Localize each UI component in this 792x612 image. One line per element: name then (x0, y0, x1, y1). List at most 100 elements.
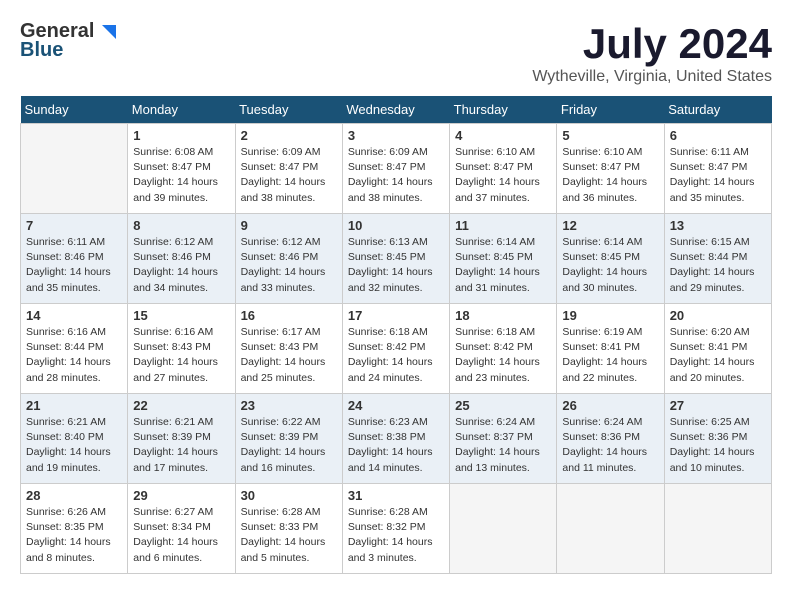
calendar-day-20: 20Sunrise: 6:20 AM Sunset: 8:41 PM Dayli… (664, 304, 771, 394)
calendar-day-28: 28 Sunrise: 6:26 AM Sunset: 8:35 PM Dayli… (21, 484, 128, 574)
calendar-day-15: 15Sunrise: 6:16 AM Sunset: 8:43 PM Dayli… (128, 304, 235, 394)
day-info: Sunrise: 6:23 AM Sunset: 8:38 PM Dayligh… (348, 415, 444, 476)
calendar-week-row: 14Sunrise: 6:16 AM Sunset: 8:44 PM Dayli… (21, 304, 772, 394)
calendar-week-row: 28 Sunrise: 6:26 AM Sunset: 8:35 PM Dayli… (21, 484, 772, 574)
day-info: Sunrise: 6:11 AM Sunset: 8:47 PM Dayligh… (670, 145, 766, 206)
day-number: 23 (241, 398, 337, 413)
calendar-empty-cell (664, 484, 771, 574)
calendar-day-16: 16 Sunrise: 6:17 AM Sunset: 8:43 PM Dayli… (235, 304, 342, 394)
day-number: 3 (348, 128, 444, 143)
day-info: Sunrise: 6:25 AM Sunset: 8:36 PM Dayligh… (670, 415, 766, 476)
calendar-day-10: 10 Sunrise: 6:13 AM Sunset: 8:45 PM Dayli… (342, 214, 449, 304)
day-info: Sunrise: 6:21 AM Sunset: 8:39 PM Dayligh… (133, 415, 229, 476)
calendar-day-1: 1 Sunrise: 6:08 AM Sunset: 8:47 PM Daylig… (128, 124, 235, 214)
day-number: 20 (670, 308, 766, 323)
calendar-day-22: 22 Sunrise: 6:21 AM Sunset: 8:39 PM Dayli… (128, 394, 235, 484)
day-number: 11 (455, 218, 551, 233)
day-number: 26 (562, 398, 658, 413)
day-header-monday: Monday (128, 96, 235, 124)
day-number: 17 (348, 308, 444, 323)
calendar-day-4: 4Sunrise: 6:10 AM Sunset: 8:47 PM Daylig… (450, 124, 557, 214)
day-info: Sunrise: 6:10 AM Sunset: 8:47 PM Dayligh… (562, 145, 658, 206)
day-info: Sunrise: 6:18 AM Sunset: 8:42 PM Dayligh… (455, 325, 551, 386)
day-info: Sunrise: 6:28 AM Sunset: 8:32 PM Dayligh… (348, 505, 444, 566)
day-header-sunday: Sunday (21, 96, 128, 124)
day-number: 16 (241, 308, 337, 323)
day-info: Sunrise: 6:13 AM Sunset: 8:45 PM Dayligh… (348, 235, 444, 296)
day-number: 10 (348, 218, 444, 233)
calendar-week-row: 21 Sunrise: 6:21 AM Sunset: 8:40 PM Dayli… (21, 394, 772, 484)
day-info: Sunrise: 6:27 AM Sunset: 8:34 PM Dayligh… (133, 505, 229, 566)
title-block: July 2024 Wytheville, Virginia, United S… (532, 20, 772, 86)
day-info: Sunrise: 6:26 AM Sunset: 8:35 PM Dayligh… (26, 505, 122, 566)
calendar-day-9: 9 Sunrise: 6:12 AM Sunset: 8:46 PM Daylig… (235, 214, 342, 304)
day-info: Sunrise: 6:12 AM Sunset: 8:46 PM Dayligh… (241, 235, 337, 296)
day-number: 19 (562, 308, 658, 323)
day-header-wednesday: Wednesday (342, 96, 449, 124)
calendar-day-24: 24Sunrise: 6:23 AM Sunset: 8:38 PM Dayli… (342, 394, 449, 484)
day-number: 22 (133, 398, 229, 413)
calendar-day-8: 8 Sunrise: 6:12 AM Sunset: 8:46 PM Daylig… (128, 214, 235, 304)
day-number: 7 (26, 218, 122, 233)
calendar-empty-cell (557, 484, 664, 574)
calendar-day-12: 12 Sunrise: 6:14 AM Sunset: 8:45 PM Dayli… (557, 214, 664, 304)
day-number: 9 (241, 218, 337, 233)
day-info: Sunrise: 6:24 AM Sunset: 8:37 PM Dayligh… (455, 415, 551, 476)
day-info: Sunrise: 6:12 AM Sunset: 8:46 PM Dayligh… (133, 235, 229, 296)
calendar-day-23: 23Sunrise: 6:22 AM Sunset: 8:39 PM Dayli… (235, 394, 342, 484)
day-number: 30 (241, 488, 337, 503)
calendar-day-7: 7 Sunrise: 6:11 AM Sunset: 8:46 PM Daylig… (21, 214, 128, 304)
day-number: 28 (26, 488, 122, 503)
calendar-day-31: 31 Sunrise: 6:28 AM Sunset: 8:32 PM Dayli… (342, 484, 449, 574)
calendar-day-18: 18Sunrise: 6:18 AM Sunset: 8:42 PM Dayli… (450, 304, 557, 394)
calendar-day-5: 5 Sunrise: 6:10 AM Sunset: 8:47 PM Daylig… (557, 124, 664, 214)
calendar-empty-cell (450, 484, 557, 574)
calendar-day-6: 6 Sunrise: 6:11 AM Sunset: 8:47 PM Daylig… (664, 124, 771, 214)
calendar-day-2: 2Sunrise: 6:09 AM Sunset: 8:47 PM Daylig… (235, 124, 342, 214)
day-number: 1 (133, 128, 229, 143)
day-number: 6 (670, 128, 766, 143)
day-info: Sunrise: 6:11 AM Sunset: 8:46 PM Dayligh… (26, 235, 122, 296)
calendar-day-30: 30 Sunrise: 6:28 AM Sunset: 8:33 PM Dayli… (235, 484, 342, 574)
day-info: Sunrise: 6:16 AM Sunset: 8:43 PM Dayligh… (133, 325, 229, 386)
calendar-day-27: 27 Sunrise: 6:25 AM Sunset: 8:36 PM Dayli… (664, 394, 771, 484)
day-info: Sunrise: 6:10 AM Sunset: 8:47 PM Dayligh… (455, 145, 551, 206)
logo-blue-text: Blue (20, 39, 63, 62)
day-header-tuesday: Tuesday (235, 96, 342, 124)
day-number: 31 (348, 488, 444, 503)
day-info: Sunrise: 6:19 AM Sunset: 8:41 PM Dayligh… (562, 325, 658, 386)
logo: General Blue (20, 20, 118, 62)
month-title: July 2024 (532, 20, 772, 68)
calendar-day-3: 3Sunrise: 6:09 AM Sunset: 8:47 PM Daylig… (342, 124, 449, 214)
day-info: Sunrise: 6:14 AM Sunset: 8:45 PM Dayligh… (455, 235, 551, 296)
logo-icon (96, 21, 118, 43)
day-number: 29 (133, 488, 229, 503)
day-info: Sunrise: 6:08 AM Sunset: 8:47 PM Dayligh… (133, 145, 229, 206)
day-info: Sunrise: 6:21 AM Sunset: 8:40 PM Dayligh… (26, 415, 122, 476)
calendar-day-21: 21 Sunrise: 6:21 AM Sunset: 8:40 PM Dayli… (21, 394, 128, 484)
day-number: 5 (562, 128, 658, 143)
calendar-header-row: SundayMondayTuesdayWednesdayThursdayFrid… (21, 96, 772, 124)
day-info: Sunrise: 6:09 AM Sunset: 8:47 PM Dayligh… (241, 145, 337, 206)
day-number: 25 (455, 398, 551, 413)
calendar-day-19: 19 Sunrise: 6:19 AM Sunset: 8:41 PM Dayli… (557, 304, 664, 394)
day-info: Sunrise: 6:17 AM Sunset: 8:43 PM Dayligh… (241, 325, 337, 386)
calendar-day-25: 25 Sunrise: 6:24 AM Sunset: 8:37 PM Dayli… (450, 394, 557, 484)
day-number: 13 (670, 218, 766, 233)
page-header: General Blue July 2024 Wytheville, Virgi… (20, 20, 772, 86)
calendar-day-17: 17 Sunrise: 6:18 AM Sunset: 8:42 PM Dayli… (342, 304, 449, 394)
calendar-empty-cell (21, 124, 128, 214)
day-info: Sunrise: 6:28 AM Sunset: 8:33 PM Dayligh… (241, 505, 337, 566)
day-info: Sunrise: 6:18 AM Sunset: 8:42 PM Dayligh… (348, 325, 444, 386)
calendar-day-14: 14Sunrise: 6:16 AM Sunset: 8:44 PM Dayli… (21, 304, 128, 394)
calendar-day-26: 26 Sunrise: 6:24 AM Sunset: 8:36 PM Dayli… (557, 394, 664, 484)
calendar-week-row: 1 Sunrise: 6:08 AM Sunset: 8:47 PM Daylig… (21, 124, 772, 214)
day-info: Sunrise: 6:14 AM Sunset: 8:45 PM Dayligh… (562, 235, 658, 296)
day-number: 12 (562, 218, 658, 233)
day-header-thursday: Thursday (450, 96, 557, 124)
day-info: Sunrise: 6:24 AM Sunset: 8:36 PM Dayligh… (562, 415, 658, 476)
day-number: 21 (26, 398, 122, 413)
day-number: 8 (133, 218, 229, 233)
day-info: Sunrise: 6:15 AM Sunset: 8:44 PM Dayligh… (670, 235, 766, 296)
day-number: 27 (670, 398, 766, 413)
